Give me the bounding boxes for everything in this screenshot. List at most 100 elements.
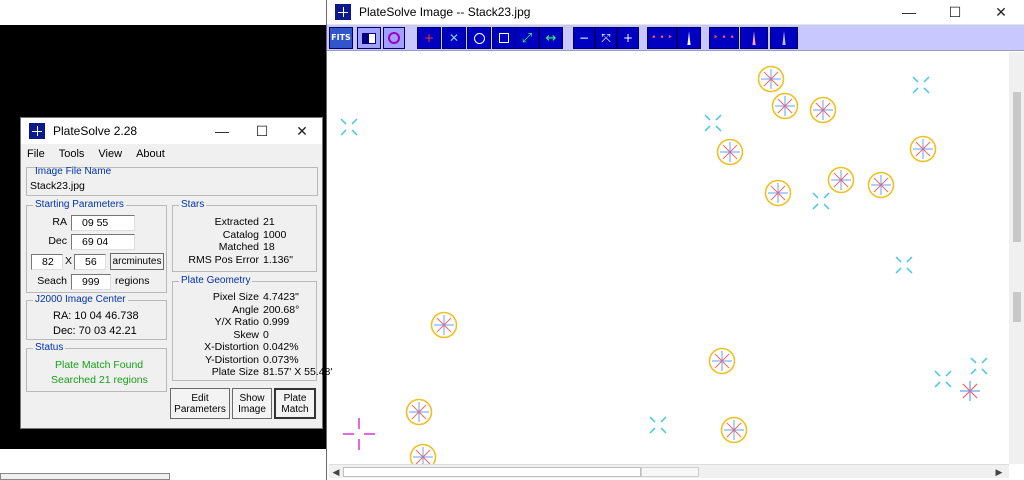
background-scrollbar (0, 473, 170, 480)
mirror-button[interactable]: ↔ (539, 27, 563, 49)
matched-star-marker (909, 135, 937, 163)
close-button[interactable]: ✕ (978, 0, 1024, 24)
scroll-right-icon[interactable]: ▶ (993, 466, 1005, 478)
stars-left-button[interactable]: • • ‣ (647, 27, 677, 49)
row-value: 1.136" (263, 253, 294, 266)
horizontal-scrollbar[interactable]: ◀ ▶ (329, 464, 1009, 478)
vertical-scrollbar[interactable] (1009, 52, 1024, 464)
histogram-red-button[interactable] (740, 27, 768, 49)
red-cross-button[interactable]: + (417, 27, 441, 49)
regions-label: regions (115, 275, 150, 287)
plus-icon: + (622, 31, 634, 45)
plate-match-button[interactable]: Plate Match (274, 388, 316, 419)
row-label: Matched (218, 241, 259, 253)
zoom-fit-button[interactable]: ⤧ (595, 27, 617, 49)
row-label: Skew (233, 328, 259, 341)
circle-outline-button[interactable] (467, 27, 491, 49)
menu-bar: File Tools View About (21, 144, 322, 164)
search-label: Seach (37, 275, 67, 287)
circle-outline-icon (473, 32, 485, 44)
center-marker (343, 418, 375, 450)
horizontal-arrows-icon: ↔ (545, 30, 557, 46)
fits-button[interactable]: FITS (329, 27, 353, 49)
matched-star-marker (430, 311, 458, 339)
edit-parameters-button[interactable]: Edit Parameters (170, 388, 230, 419)
histogram-red-icon (746, 31, 762, 45)
histogram-blue-button[interactable] (770, 27, 798, 49)
row-value: 0 (263, 328, 269, 341)
ra-label: RA (52, 216, 67, 228)
row-value: 200.68° (263, 303, 300, 316)
fits-label: FITS (331, 33, 351, 42)
invert-button[interactable] (357, 27, 381, 49)
row-value: 18 (263, 241, 275, 253)
field-width-input[interactable]: 82 (31, 254, 63, 270)
vertical-scrollbar-thumb[interactable] (1013, 92, 1021, 242)
platesolve-titlebar[interactable]: PlateSolve 2.28 — ☐ ✕ (21, 118, 322, 144)
menu-view[interactable]: View (98, 148, 122, 160)
center-dec: Dec: 70 03 42.21 (53, 325, 137, 337)
status-line-2: Searched 21 regions (51, 374, 148, 386)
scrollbar-thumb[interactable] (343, 467, 641, 477)
row-value: 21 (263, 216, 275, 228)
zoom-in-button[interactable]: + (617, 27, 639, 49)
image-file-group-title: Image File Name (35, 166, 112, 177)
menu-about[interactable]: About (136, 148, 165, 160)
square-outline-button[interactable] (492, 27, 516, 49)
catalog-star-marker (704, 114, 722, 132)
plate-image-canvas[interactable] (329, 52, 1009, 464)
platesolve-app-icon (29, 123, 45, 139)
image-window-title: PlateSolve Image -- Stack23.jpg (359, 5, 531, 19)
maximize-button[interactable]: ☐ (242, 118, 282, 144)
circle-target-button[interactable] (383, 27, 405, 49)
image-center-group: J2000 Image Center RA: 10 04 46.738 Dec:… (26, 294, 167, 340)
histogram-blue-icon (776, 31, 792, 45)
times-label: X (65, 255, 73, 267)
zoom-out-button[interactable]: − (573, 27, 595, 49)
plate-match-label-1: Plate (283, 392, 307, 404)
flip-arrows-icon: ⤢ (521, 30, 533, 46)
minimize-button[interactable]: — (886, 0, 932, 24)
status-line-1: Plate Match Found (55, 359, 144, 371)
status-group: Status Plate Match Found Searched 21 reg… (26, 342, 167, 392)
image-window-titlebar[interactable]: PlateSolve Image -- Stack23.jpg — ☐ ✕ (327, 0, 1024, 24)
row-label: Angle (232, 303, 259, 316)
maximize-button[interactable]: ☐ (932, 0, 978, 24)
background-window-scroll-strip (0, 449, 326, 480)
blue-cross-button[interactable]: ✕ (442, 27, 466, 49)
units-button[interactable]: arcminutes (110, 253, 164, 270)
stars-right-icon: ‣ • • (713, 33, 735, 43)
image-toolbar: FITS + ✕ ⤢ ↔ − ⤧ + • • ‣ ‣ • • (327, 24, 1024, 51)
minimize-button[interactable]: — (202, 118, 242, 144)
catalog-star-marker (812, 192, 830, 210)
scroll-left-icon[interactable]: ◀ (330, 466, 342, 478)
dec-input[interactable]: 69 04 (71, 234, 135, 250)
close-button[interactable]: ✕ (282, 118, 322, 144)
stars-right-button[interactable]: ‣ • • (709, 27, 739, 49)
row-value: 0.042% (263, 341, 299, 353)
dec-label: Dec (48, 235, 67, 247)
ra-input[interactable]: 09 55 (71, 215, 135, 231)
menu-tools[interactable]: Tools (59, 148, 85, 160)
search-regions-input[interactable]: 999 (71, 274, 111, 290)
show-image-label-1: Show (239, 392, 265, 404)
image-file-group: Image File Name Stack23.jpg (26, 166, 318, 196)
field-height-input[interactable]: 56 (74, 254, 106, 270)
matched-star-marker (720, 416, 748, 444)
image-file-name: Stack23.jpg (30, 180, 85, 192)
minus-icon: − (578, 31, 590, 45)
histogram-button[interactable] (677, 27, 701, 49)
histogram-icon (681, 31, 697, 45)
image-center-title: J2000 Image Center (33, 294, 128, 305)
desktop: PlateSolve Image -- Stack23.jpg — ☐ ✕ FI… (0, 0, 1024, 480)
x-cross-icon: ✕ (448, 31, 460, 45)
status-title: Status (33, 342, 66, 353)
menu-file[interactable]: File (27, 148, 45, 160)
show-image-button[interactable]: Show Image (232, 388, 272, 419)
edit-parameters-label-1: Edit (191, 392, 209, 404)
matched-star-marker (764, 179, 792, 207)
flip-button[interactable]: ⤢ (515, 27, 539, 49)
stars-group: Stars Extracted 21 Catalog 1000 Matched 18 RMS… (172, 199, 317, 272)
catalog-star-marker (649, 416, 667, 434)
square-outline-icon (499, 33, 509, 43)
